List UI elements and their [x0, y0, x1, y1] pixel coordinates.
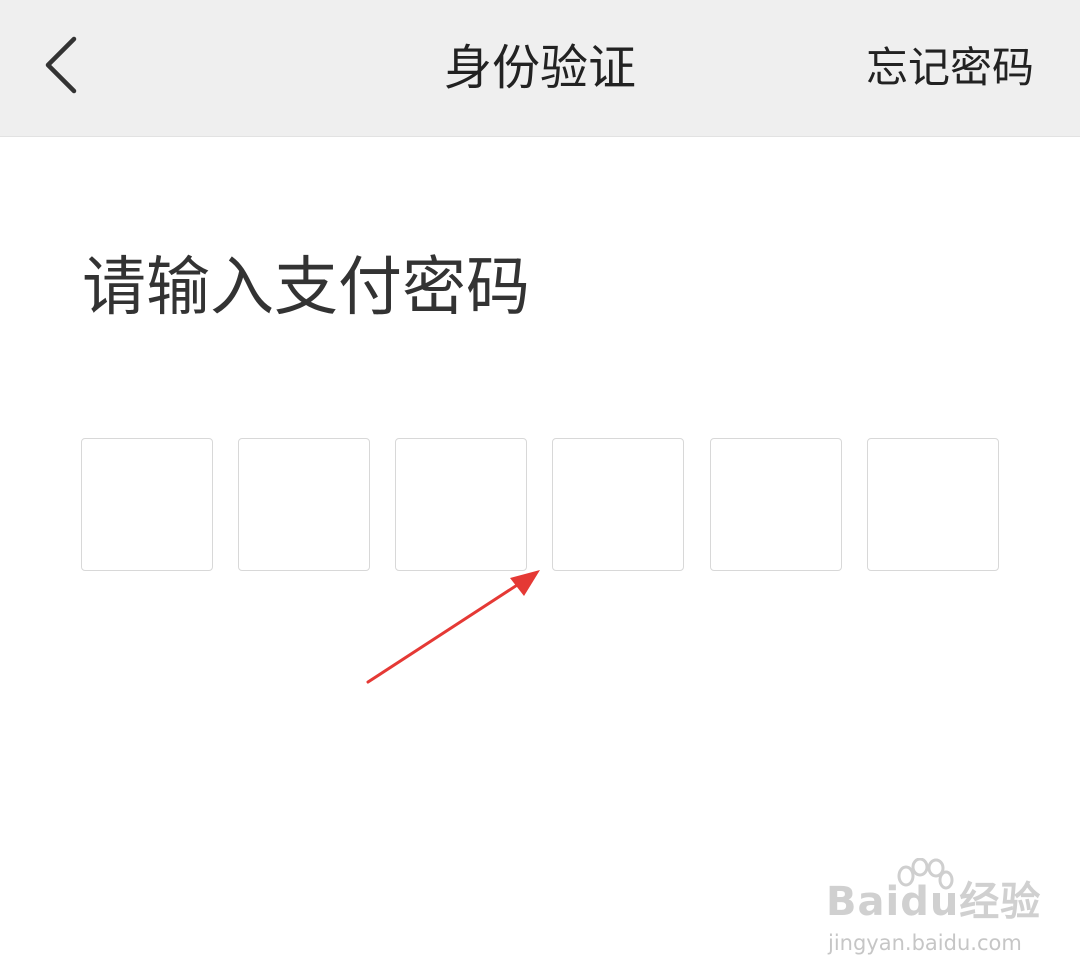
pin-digit-box[interactable]: [710, 438, 842, 571]
pin-digit-box[interactable]: [238, 438, 370, 571]
pin-input[interactable]: [81, 438, 999, 572]
navigation-bar: 身份验证 忘记密码: [0, 0, 1080, 137]
password-prompt: 请输入支付密码: [82, 251, 530, 325]
forgot-password-link[interactable]: 忘记密码: [866, 38, 1034, 98]
watermark: Baidu经验 jingyan.baidu.com: [826, 858, 1040, 958]
watermark-brand: Baidu经验: [826, 879, 1042, 925]
pin-digit-box[interactable]: [395, 438, 527, 571]
chevron-left-icon: [45, 36, 77, 94]
pin-digit-box[interactable]: [867, 438, 999, 571]
back-button[interactable]: [30, 30, 90, 100]
watermark-url: jingyan.baidu.com: [828, 931, 1022, 955]
pin-digit-box[interactable]: [552, 438, 684, 571]
annotation-arrow-icon: [366, 570, 540, 684]
pin-digit-box[interactable]: [81, 438, 213, 571]
